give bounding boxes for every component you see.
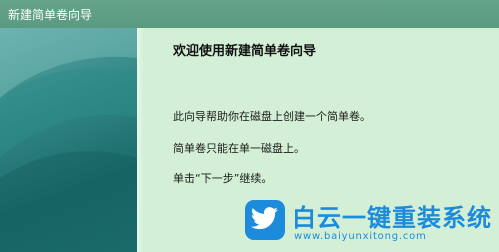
intro-text: 此向导帮助你在磁盘上创建一个简单卷。 [173,110,371,123]
wizard-side-banner [0,28,137,252]
bird-icon [245,200,285,240]
watermark-logo: 白云一键重装系统 www.baiyunxitong.com [245,198,495,250]
close-button[interactable] [459,0,499,28]
window-title: 新建简单卷向导 [8,8,93,22]
next-instruction-text: 单击“下一步”继续。 [173,172,273,185]
title-bar[interactable]: 新建简单卷向导 [0,0,499,28]
wizard-heading: 欢迎使用新建简单卷向导 [173,44,317,59]
brand-text: 白云一键重装系统 [292,204,492,232]
brand-url: www.baiyunxitong.com [294,231,427,242]
banner-swoosh-graphic [0,28,137,252]
wizard-window: 新建简单卷向导 欢迎使用新建简单卷向导 此向导帮助你在磁盘上创建一个简单卷。 简… [0,0,499,252]
single-disk-text: 简单卷只能在单一磁盘上。 [173,142,305,155]
